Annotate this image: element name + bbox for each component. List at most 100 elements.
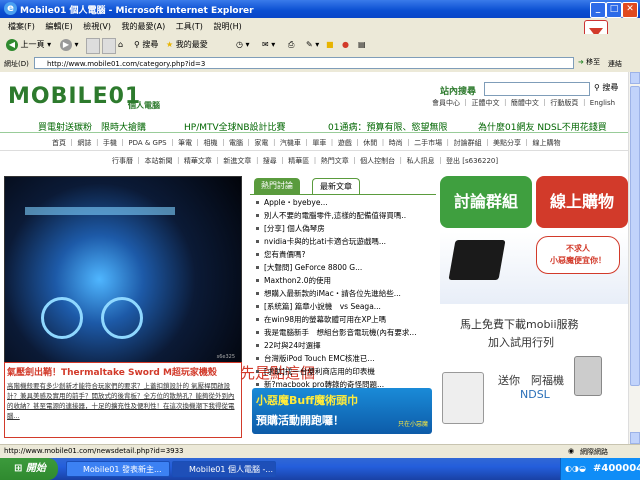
forward-arrow-icon: ▶ bbox=[60, 38, 72, 51]
messenger-icon[interactable]: ● bbox=[342, 38, 349, 52]
menu-view[interactable]: 檢視(V) bbox=[83, 21, 111, 32]
news-item[interactable]: 別人不要的電腦零件,這樣的配備值得買嗎.. bbox=[256, 209, 432, 222]
close-button[interactable]: ✕ bbox=[622, 2, 638, 18]
menu-file[interactable]: 檔案(F) bbox=[8, 21, 35, 32]
address-input[interactable]: http://www.mobile01.com/category.php?id=… bbox=[34, 57, 574, 69]
links-label[interactable]: 連結 bbox=[608, 59, 622, 69]
divider bbox=[0, 132, 628, 133]
news-item[interactable]: 您有貴價嗎? bbox=[256, 248, 432, 261]
fan-icon bbox=[41, 297, 83, 339]
news-item[interactable]: 想購入最新款的iMac・請各位先進給些... bbox=[256, 287, 432, 300]
scroll-thumb[interactable] bbox=[630, 86, 640, 386]
system-tray: ◐◑◒ #400004 bbox=[560, 458, 640, 480]
tray-icons[interactable]: ◐◑◒ bbox=[565, 464, 586, 473]
start-button[interactable]: ⊞ 開始 bbox=[0, 458, 58, 480]
status-zone: 網際網路 bbox=[580, 448, 608, 456]
maximize-button[interactable]: □ bbox=[606, 2, 622, 18]
search-button[interactable]: ⚲ 搜尋 bbox=[134, 38, 158, 52]
taskbar-item-compose[interactable]: Mobile01 發表新主... bbox=[66, 461, 170, 477]
window-title: Mobile01 個人電腦 - Microsoft Internet Explo… bbox=[20, 6, 254, 16]
folder-icon[interactable]: ■ bbox=[326, 38, 334, 52]
search-label: 搜尋 bbox=[142, 40, 159, 49]
site-logo[interactable]: MOBILE01 bbox=[8, 84, 141, 109]
tab-latest-articles[interactable]: 最新文章 bbox=[312, 178, 360, 195]
research-icon[interactable]: ▤ bbox=[358, 38, 366, 52]
site-search-button-label: 搜尋 bbox=[602, 83, 619, 92]
go-label: 移至 bbox=[586, 58, 601, 66]
site-search-input[interactable] bbox=[484, 82, 590, 96]
member-links[interactable]: 會員中心 ｜ 正體中文 ｜ 簡體中文 ｜ 行動版頁 ｜ English bbox=[432, 98, 615, 108]
address-label: 網址(D) bbox=[4, 60, 29, 68]
scroll-down-icon[interactable] bbox=[630, 432, 640, 444]
menu-bar: 檔案(F) 編輯(E) 檢視(V) 我的最愛(A) 工具(T) 說明(H) bbox=[0, 18, 640, 35]
mail-icon[interactable]: ✉ ▾ bbox=[262, 38, 275, 52]
logo-text: MOBILE01 bbox=[8, 84, 142, 109]
user-nav[interactable]: 行事曆 ｜ 本站新聞 ｜ 精華文章 ｜ 新進文章 ｜ 搜尋 ｜ 精華區 ｜ 熱門… bbox=[112, 156, 498, 166]
status-bar: http://www.mobile01.com/newsdetail.php?i… bbox=[0, 444, 640, 459]
back-button[interactable]: ◀ 上一頁 ▾ bbox=[6, 38, 51, 52]
vertical-scrollbar[interactable] bbox=[628, 72, 640, 444]
ndsl-image bbox=[442, 372, 484, 424]
forum-button[interactable]: 討論群組 bbox=[440, 176, 532, 228]
refresh-icon[interactable] bbox=[102, 38, 116, 54]
home-icon[interactable]: ⌂ bbox=[118, 38, 130, 52]
news-item[interactable]: [系統篇] 篇章小說機 vs Seaga... bbox=[256, 300, 432, 313]
edit-icon[interactable]: ✎ ▾ bbox=[306, 38, 319, 52]
forward-button[interactable]: ▶ ▾ bbox=[60, 38, 79, 52]
hero-title[interactable]: 氣壓劍出鞘！Thermaltake Sword M超玩家機殼 bbox=[7, 365, 239, 378]
title-bar: e Mobile01 個人電腦 - Microsoft Internet Exp… bbox=[0, 0, 640, 18]
menu-tools[interactable]: 工具(T) bbox=[176, 21, 203, 32]
stop-icon[interactable] bbox=[86, 38, 100, 54]
task-label: Mobile01 發表新主... bbox=[83, 465, 162, 474]
ie-icon: e bbox=[4, 2, 17, 15]
menu-edit[interactable]: 編輯(E) bbox=[45, 21, 72, 32]
task-label: Mobile01 個人電腦 -... bbox=[189, 465, 274, 474]
site-search-button[interactable]: ⚲ 搜尋 bbox=[594, 82, 618, 93]
internet-zone-icon: ◉ bbox=[568, 447, 575, 455]
shop-button[interactable]: 線上購物 bbox=[536, 176, 628, 228]
taskbar-item-browser[interactable]: Mobile01 個人電腦 -... bbox=[172, 461, 276, 477]
hero-body: 高階機殼要有多少創新才能符合玩家們的要求？上蓋扣鎖設計的 氣壓桿開啟設計？兼具美… bbox=[7, 382, 235, 420]
news-item[interactable]: 我是電腦新手 想組台影音電玩機(內有要求... bbox=[256, 326, 432, 339]
go-button[interactable]: ➜ 移至 bbox=[578, 57, 600, 67]
address-bar: 網址(D) http://www.mobile01.com/category.p… bbox=[0, 56, 640, 73]
favorites-button[interactable]: ★ 我的最愛 bbox=[166, 38, 208, 52]
news-item[interactable]: Apple・byebye... bbox=[256, 196, 432, 209]
print-icon[interactable]: ⎙ bbox=[288, 38, 294, 52]
ad-banner[interactable]: 不求人 小惡魔便宜你！ bbox=[440, 232, 628, 304]
news-item[interactable]: nvidia卡與的比ati卡適合玩遊戲嗎... bbox=[256, 235, 432, 248]
news-item[interactable]: Maxthon2.0的使用 bbox=[256, 274, 432, 287]
laptop-image bbox=[448, 240, 506, 280]
site-search-label: 站內搜尋 bbox=[440, 87, 477, 97]
address-url: http://www.mobile01.com/category.php?id=… bbox=[47, 60, 206, 68]
hero-image[interactable]: s6e325 bbox=[4, 176, 242, 364]
minimize-button[interactable]: _ bbox=[590, 2, 606, 18]
promo-banner[interactable]: 小惡魔Buff魔術頭巾 預購活動開跑囉！ 只在小惡魔 bbox=[252, 388, 432, 434]
menu-help[interactable]: 說明(H) bbox=[213, 21, 241, 32]
news-item[interactable]: [求助]找一台便利商店用的印表機 bbox=[256, 365, 432, 378]
menu-favorites[interactable]: 我的最愛(A) bbox=[122, 21, 166, 32]
star-icon: ★ bbox=[166, 40, 174, 49]
category-nav[interactable]: 首頁 ｜ 網誌 ｜ 手機 ｜ PDA & GPS ｜ 筆電 ｜ 相機 ｜ 電腦 … bbox=[52, 138, 572, 148]
scroll-up-icon[interactable] bbox=[630, 72, 640, 84]
news-item[interactable]: [大聲問] GeForce 8800 G... bbox=[256, 261, 432, 274]
news-item[interactable]: 台灣版iPod Touch EMC核准已... bbox=[256, 352, 432, 365]
tab-hot-discussion[interactable]: 熱門討論 bbox=[254, 178, 300, 194]
ad-bubble: 不求人 小惡魔便宜你！ bbox=[536, 236, 620, 274]
phone-image bbox=[574, 356, 602, 396]
windows-logo-icon: ⊞ bbox=[14, 463, 23, 474]
history-icon[interactable]: ◷ ▾ bbox=[236, 38, 250, 52]
gift-line-1[interactable]: 送你 阿福機 bbox=[498, 372, 564, 388]
news-item[interactable]: 22吋與24吋選擇 bbox=[256, 339, 432, 352]
news-item[interactable]: 在win98用的螢幕軟體可用在XP上嗎 bbox=[256, 313, 432, 326]
search-icon: ⚲ bbox=[134, 40, 140, 49]
site-search-icon: ⚲ bbox=[594, 83, 600, 92]
news-item[interactable]: [分享] 個人偽琴房 bbox=[256, 222, 432, 235]
back-arrow-icon: ◀ bbox=[6, 38, 18, 51]
hero-glow bbox=[25, 207, 175, 215]
download-line-1[interactable]: 馬上免費下載mobii服務 bbox=[460, 316, 579, 332]
favorites-label: 我的最愛 bbox=[175, 40, 208, 49]
image-watermark: s6e325 bbox=[216, 354, 235, 360]
page-viewport: MOBILE01 個人電腦 站內搜尋 ⚲ 搜尋 會員中心 ｜ 正體中文 ｜ 簡體… bbox=[0, 72, 628, 444]
status-url: http://www.mobile01.com/newsdetail.php?i… bbox=[4, 447, 184, 455]
